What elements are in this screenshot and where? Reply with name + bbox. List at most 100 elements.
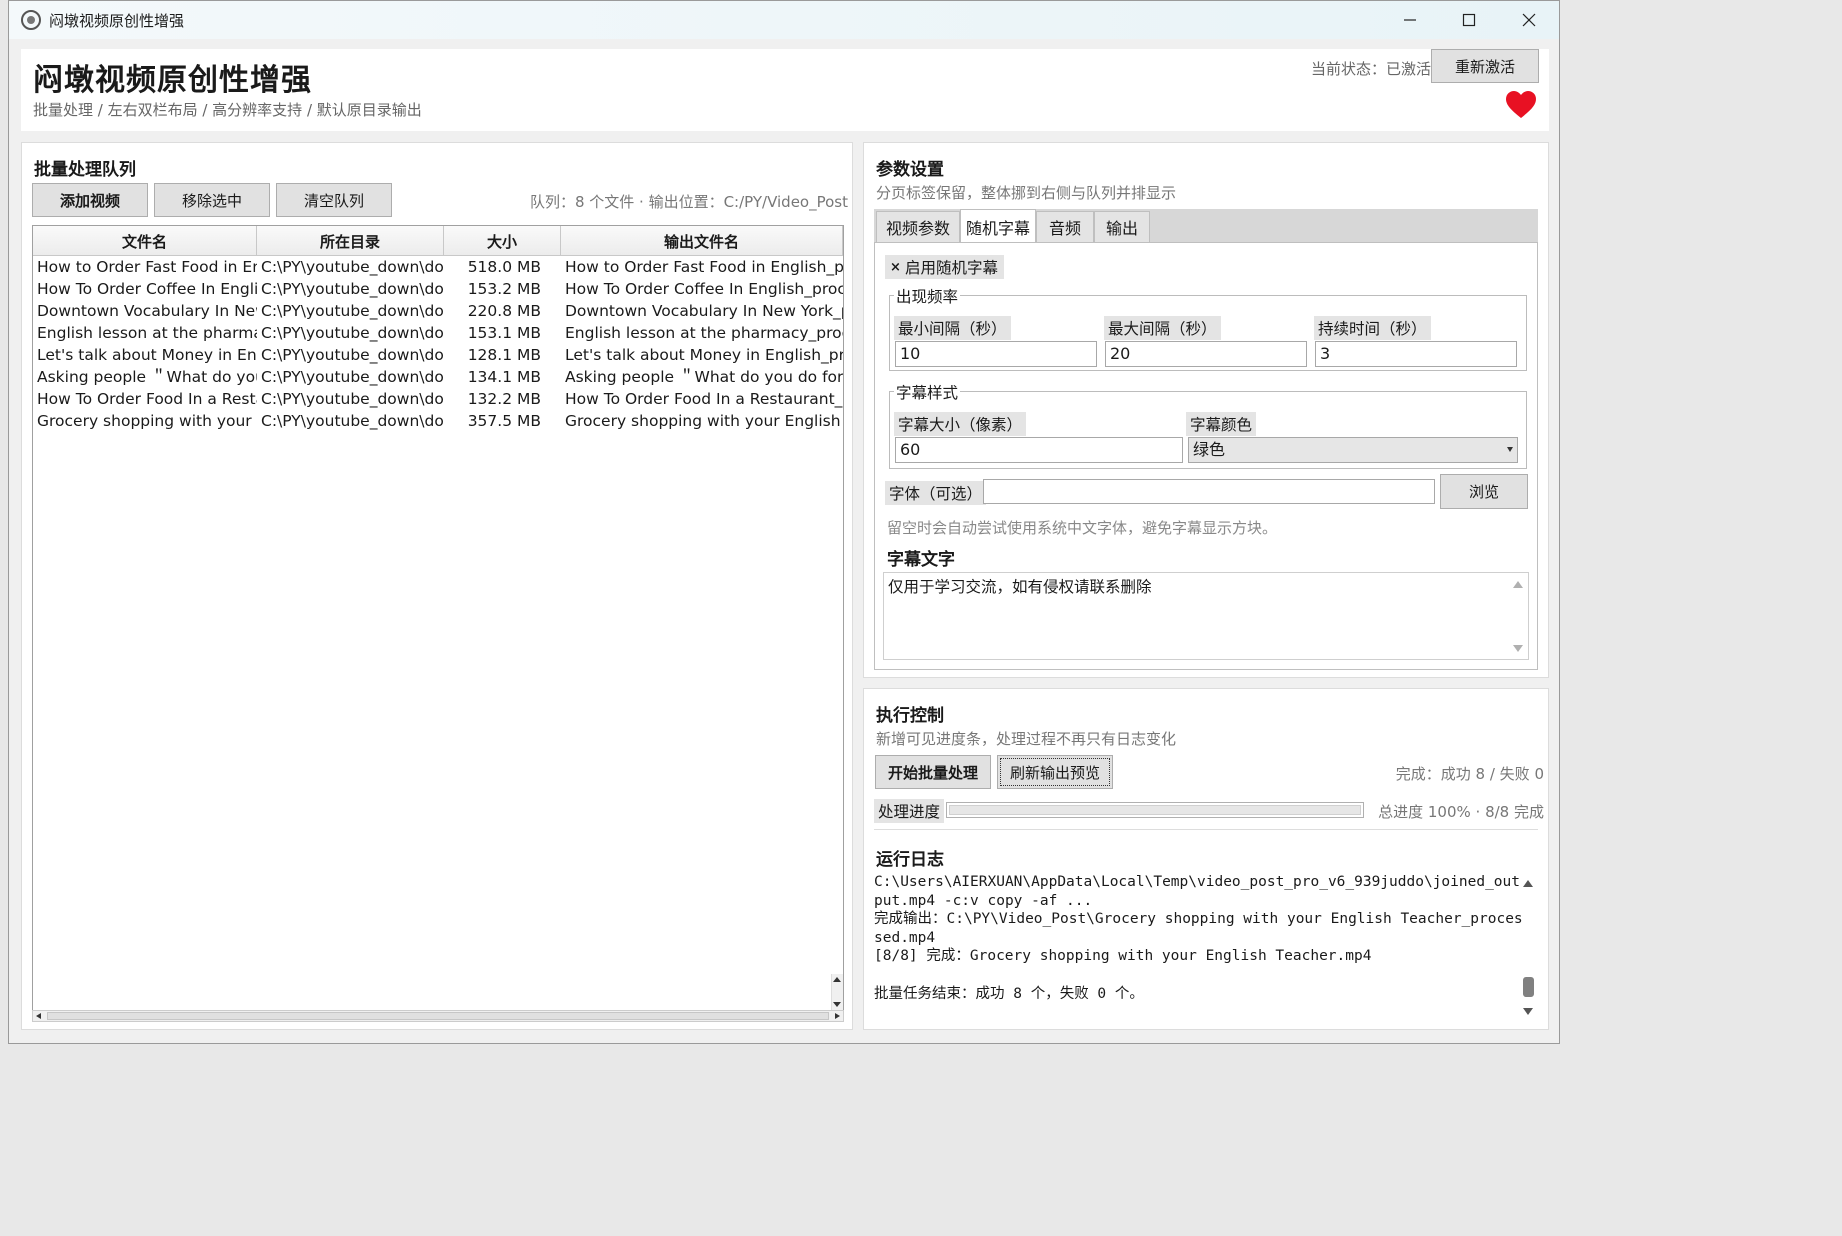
reactivate-button[interactable]: 重新激活 [1431, 49, 1539, 83]
minimize-button[interactable] [1381, 1, 1439, 39]
queue-table[interactable]: 文件名 所在目录 大小 输出文件名 How to Order Fast Food… [32, 225, 844, 1015]
subtitle-text-value: 仅用于学习交流，如有侵权请联系删除 [888, 578, 1152, 596]
cell-name: English lesson at the pharmac [37, 324, 257, 342]
scroll-up-icon[interactable] [1513, 581, 1523, 588]
enable-random-subtitle-checkbox[interactable]: 启用随机字幕 [885, 255, 1005, 279]
cell-size: 134.1 MB [467, 368, 541, 386]
tab-audio[interactable]: 音频 [1036, 211, 1094, 243]
queue-panel: 批量处理队列 添加视频 移除选中 清空队列 队列：8 个文件 · 输出位置：C:… [21, 142, 853, 1030]
table-row[interactable]: Downtown Vocabulary In New C:\PY\youtube_… [33, 300, 843, 322]
refresh-preview-button[interactable]: 刷新输出预览 [997, 755, 1113, 789]
exec-panel: 执行控制 新增可见进度条，处理过程不再只有日志变化 开始批量处理 刷新输出预览 … [863, 688, 1549, 1030]
scroll-thumb[interactable] [1523, 977, 1534, 997]
cell-name: How to Order Fast Food in En [37, 258, 257, 276]
maximize-button[interactable] [1440, 1, 1498, 39]
exec-subtitle: 新增可见进度条，处理过程不再只有日志变化 [876, 730, 1177, 748]
table-row[interactable]: Let's talk about Money in Eng C:\PY\youtu… [33, 344, 843, 366]
remove-selected-button[interactable]: 移除选中 [154, 183, 270, 217]
col-size[interactable]: 大小 [444, 226, 561, 256]
cell-size: 357.5 MB [467, 412, 541, 430]
subtitle-text-title: 字幕文字 [887, 550, 955, 570]
duration-input[interactable]: 3 [1315, 341, 1517, 367]
table-row[interactable]: Asking people ＂What do you C:\PY\youtube_… [33, 366, 843, 388]
subtitle-color-label: 字幕颜色 [1186, 412, 1257, 436]
app-icon [21, 10, 41, 30]
tab-output[interactable]: 输出 [1094, 211, 1150, 243]
scroll-up-icon [833, 977, 841, 982]
duration-label: 持续时间（秒） [1314, 316, 1431, 340]
cell-out: Asking people ＂What do you do for . [565, 368, 843, 386]
cell-size: 518.0 MB [467, 258, 541, 276]
params-title: 参数设置 [876, 160, 944, 180]
cell-dir: C:\PY\youtube_down\do [261, 346, 444, 364]
cell-dir: C:\PY\youtube_down\do [261, 302, 444, 320]
col-directory[interactable]: 所在目录 [257, 226, 444, 256]
frequency-group: 出现频率 最小间隔（秒） 10 最大间隔（秒） 20 持续时间（秒） 3 [889, 285, 1527, 371]
cell-dir: C:\PY\youtube_down\do [261, 368, 444, 386]
min-interval-input[interactable]: 10 [895, 341, 1097, 367]
table-row[interactable]: English lesson at the pharmac C:\PY\youtu… [33, 322, 843, 344]
font-path-input[interactable] [983, 479, 1435, 504]
progress-fill [949, 805, 1361, 815]
log-scrollbar[interactable] [1519, 873, 1539, 1023]
page-subtitle: 批量处理 / 左右双栏布局 / 高分辨率支持 / 默认原目录输出 [33, 101, 422, 119]
heart-icon[interactable] [1505, 89, 1537, 121]
cell-out: Let's talk about Money in English_pro [565, 346, 843, 364]
scroll-thumb[interactable] [47, 1012, 829, 1020]
scroll-up-icon[interactable] [1523, 880, 1533, 887]
table-row[interactable]: Grocery shopping with your E C:\PY\youtub… [33, 410, 843, 432]
max-interval-label: 最大间隔（秒） [1104, 316, 1221, 340]
tab-video[interactable]: 视频参数 [876, 211, 960, 243]
divider [874, 829, 1538, 830]
scroll-down-icon [833, 1002, 841, 1007]
scroll-right-icon [835, 1013, 840, 1019]
col-filename[interactable]: 文件名 [33, 226, 257, 256]
progress-label: 处理进度 [874, 799, 945, 823]
run-log[interactable]: C:\Users\AIERXUAN\AppData\Local\Temp\vid… [874, 873, 1528, 1023]
log-title: 运行日志 [876, 850, 944, 870]
col-output-name[interactable]: 输出文件名 [561, 226, 843, 256]
add-video-button[interactable]: 添加视频 [32, 183, 148, 217]
table-horizontal-scrollbar[interactable] [32, 1010, 844, 1022]
app-header: 闷墩视频原创性增强 批量处理 / 左右双栏布局 / 高分辨率支持 / 默认原目录… [21, 49, 1549, 131]
params-subtitle: 分页标签保留，整体挪到右侧与队列并排显示 [876, 184, 1177, 202]
font-hint: 留空时会自动尝试使用系统中文字体，避免字幕显示方块。 [887, 519, 1278, 537]
style-group-label: 字幕样式 [894, 381, 961, 403]
log-line: [8/8] 完成：Grocery shopping with your Engl… [874, 948, 1372, 965]
cell-size: 132.2 MB [467, 390, 541, 408]
max-interval-input[interactable]: 20 [1105, 341, 1307, 367]
font-size-input[interactable]: 60 [895, 437, 1183, 463]
table-row[interactable]: How To Order Food In a Resta C:\PY\youtub… [33, 388, 843, 410]
cell-name: Downtown Vocabulary In New [37, 302, 257, 320]
table-row[interactable]: How To Order Coffee In Englis C:\PY\youtu… [33, 278, 843, 300]
progress-text: 总进度 100% · 8/8 完成 [1378, 803, 1544, 821]
window-title: 闷墩视频原创性增强 [49, 11, 185, 30]
table-row[interactable]: How to Order Fast Food in En C:\PY\youtub… [33, 256, 843, 278]
scroll-left-icon [36, 1013, 41, 1019]
subtitle-color-select[interactable]: 绿色 [1188, 437, 1518, 463]
activation-status: 当前状态：已激活 [1310, 60, 1431, 78]
scroll-down-icon[interactable] [1513, 645, 1523, 652]
cell-dir: C:\PY\youtube_down\do [261, 324, 444, 342]
start-batch-button[interactable]: 开始批量处理 [875, 755, 991, 789]
cell-out: How To Order Coffee In English_proce [565, 280, 843, 298]
cell-name: How To Order Coffee In Englis [37, 280, 257, 298]
style-group: 字幕样式 字幕大小（像素） 60 字幕颜色 绿色 [889, 381, 1527, 469]
cell-out: How to Order Fast Food in English_pr [565, 258, 843, 276]
close-button[interactable] [1500, 1, 1558, 39]
queue-title: 批量处理队列 [34, 160, 136, 180]
cell-out: English lesson at the pharmacy_proce [565, 324, 843, 342]
browse-button[interactable]: 浏览 [1440, 474, 1528, 509]
cell-out: Downtown Vocabulary In New York_p [565, 302, 843, 320]
cell-name: Let's talk about Money in Eng [37, 346, 257, 364]
page-title: 闷墩视频原创性增强 [33, 63, 312, 98]
subtitle-text-input[interactable]: 仅用于学习交流，如有侵权请联系删除 [883, 572, 1529, 660]
scroll-down-icon[interactable] [1523, 1008, 1533, 1015]
cell-size: 128.1 MB [467, 346, 541, 364]
chevron-down-icon [1507, 447, 1513, 452]
table-vertical-scrollbar[interactable] [831, 974, 843, 1012]
tab-random-subtitle[interactable]: 随机字幕 [960, 209, 1036, 244]
app-window: 闷墩视频原创性增强 闷墩视频原创性增强 批量处理 / 左右双栏布局 / 高分辨率… [8, 0, 1560, 1044]
clear-queue-button[interactable]: 清空队列 [276, 183, 392, 217]
